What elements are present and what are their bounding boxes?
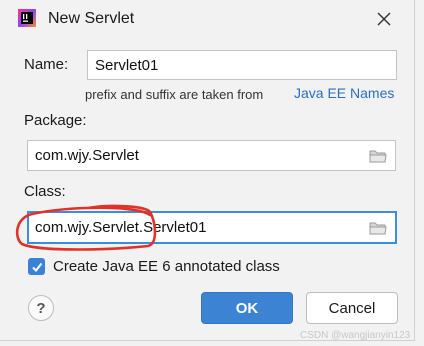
- folder-icon[interactable]: [369, 221, 387, 235]
- class-label: Class:: [24, 183, 66, 200]
- name-input[interactable]: Servlet01: [87, 50, 397, 80]
- name-input-value: Servlet01: [95, 56, 159, 74]
- dialog-title: New Servlet: [48, 10, 135, 27]
- close-icon: [377, 12, 391, 26]
- checkmark-icon: [31, 262, 42, 272]
- intellij-idea-icon: [18, 9, 36, 27]
- naming-hint: prefix and suffix are taken from: [85, 87, 264, 102]
- folder-icon[interactable]: [369, 149, 387, 163]
- title-bar: New Servlet: [0, 0, 414, 36]
- cancel-button[interactable]: Cancel: [306, 292, 398, 324]
- class-input-value: com.wjy.Servlet.Servlet01: [35, 219, 207, 236]
- help-button[interactable]: ?: [28, 295, 54, 321]
- class-input[interactable]: com.wjy.Servlet.Servlet01: [27, 211, 397, 244]
- ok-button[interactable]: OK: [201, 292, 293, 324]
- name-label: Name:: [24, 56, 69, 73]
- package-input-value: com.wjy.Servlet: [35, 147, 139, 164]
- package-input[interactable]: com.wjy.Servlet: [27, 140, 396, 171]
- watermark: CSDN @wangjianyin123: [300, 330, 411, 341]
- package-label: Package:: [24, 112, 87, 129]
- close-button[interactable]: [370, 6, 398, 32]
- new-servlet-dialog: New Servlet Name: Servlet01 prefix and s…: [0, 0, 415, 341]
- java-ee-names-link[interactable]: Java EE Names: [294, 85, 394, 101]
- annotated-class-checkbox[interactable]: [28, 258, 45, 275]
- annotated-class-checkbox-label: Create Java EE 6 annotated class: [53, 258, 280, 275]
